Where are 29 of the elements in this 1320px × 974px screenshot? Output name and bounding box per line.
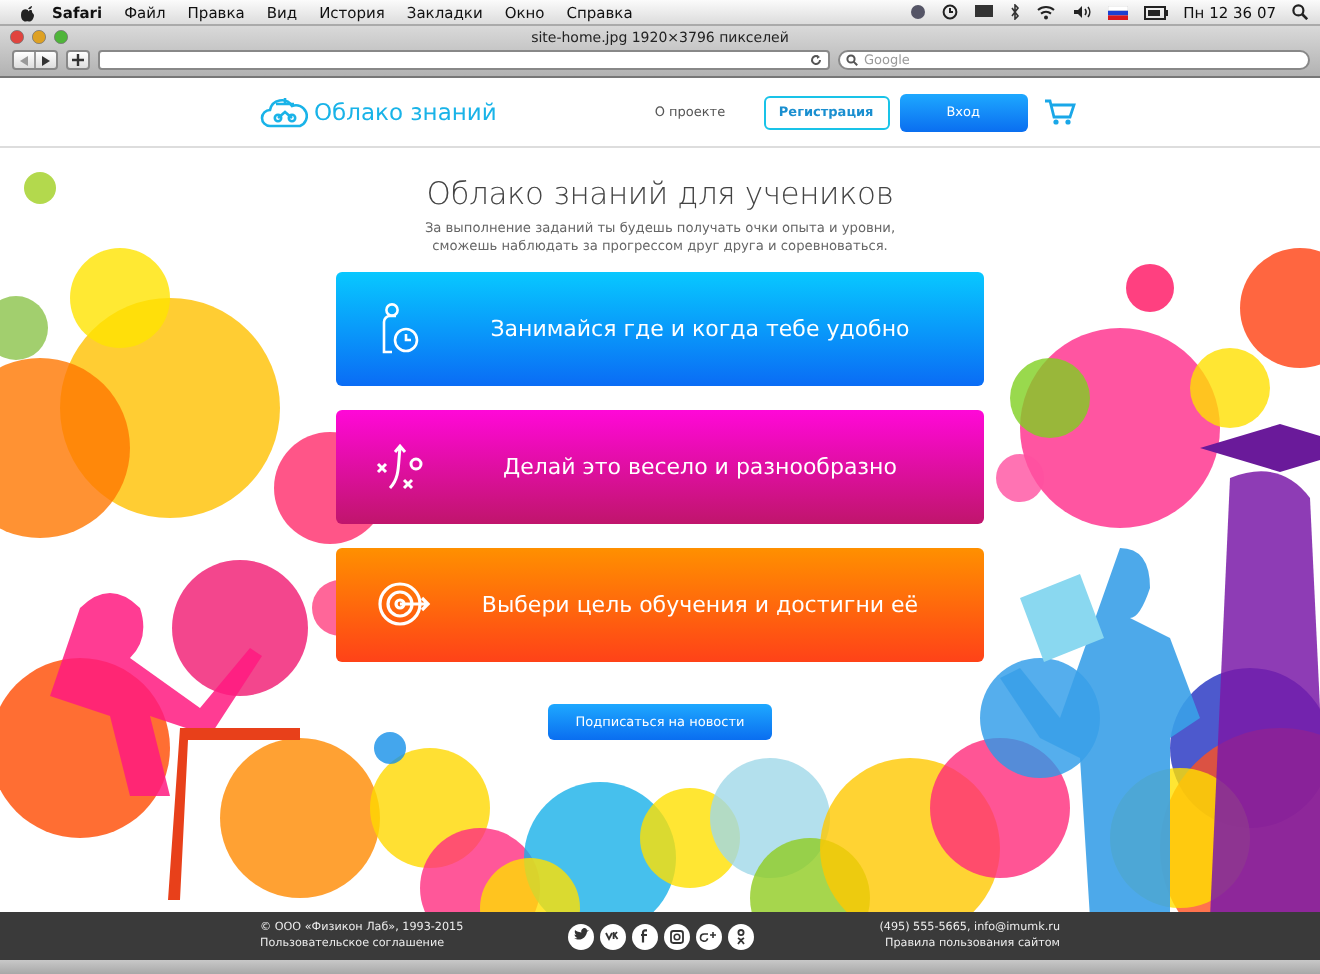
status-icon[interactable] <box>909 4 926 20</box>
reload-icon[interactable] <box>810 54 822 66</box>
flag-icon[interactable] <box>1107 5 1128 19</box>
clock-icon[interactable] <box>941 4 958 20</box>
forward-arrow-icon <box>41 55 51 65</box>
bluetooth-icon[interactable] <box>1009 4 1020 20</box>
display-icon[interactable] <box>973 4 994 20</box>
battery-icon[interactable] <box>1143 5 1168 19</box>
bird-icon[interactable] <box>567 923 593 949</box>
volume-icon[interactable] <box>1071 4 1092 20</box>
stick-figure-icon[interactable] <box>727 923 753 949</box>
letter-g-plus-icon[interactable] <box>695 923 721 949</box>
add-bookmark-button[interactable] <box>68 52 88 68</box>
close-button[interactable] <box>10 30 24 44</box>
cart-icon[interactable] <box>1043 98 1076 126</box>
search-icon[interactable] <box>1292 4 1308 20</box>
hero-title: Облако знаний для учеников <box>426 176 894 212</box>
address-field[interactable] <box>98 50 830 70</box>
back-arrow-icon <box>19 55 29 65</box>
feature-card[interactable]: Делай это весело и разнообразно <box>336 410 984 524</box>
search-icon <box>846 54 860 66</box>
zoom-button[interactable] <box>54 30 68 44</box>
wifi-icon[interactable] <box>1035 4 1056 20</box>
letters-vk-icon[interactable] <box>599 923 625 949</box>
cloud-icon <box>260 94 308 130</box>
apple-icon <box>20 3 36 21</box>
plus-icon <box>72 54 84 66</box>
camera-icon[interactable] <box>663 923 689 949</box>
letter-f-icon[interactable] <box>631 923 657 949</box>
